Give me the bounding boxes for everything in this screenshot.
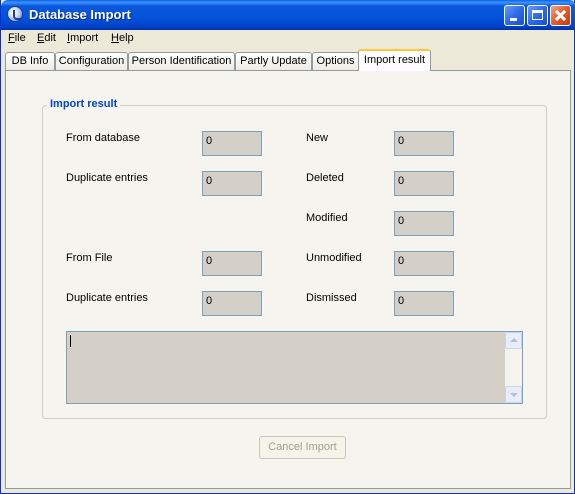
window-title: Database Import bbox=[29, 7, 131, 22]
field-dismissed: 0 bbox=[394, 291, 454, 316]
tab-partly-update[interactable]: Partly Update bbox=[235, 52, 312, 70]
field-deleted: 0 bbox=[394, 171, 454, 196]
field-unmodified: 0 bbox=[394, 251, 454, 276]
label-from-file: From File bbox=[66, 252, 113, 264]
label-deleted: Deleted bbox=[306, 172, 344, 184]
database-import-window: Database Import File Edit Import Help DB… bbox=[0, 0, 575, 494]
group-title: Import result bbox=[47, 98, 121, 110]
menu-file[interactable]: File bbox=[8, 32, 26, 44]
menu-edit[interactable]: Edit bbox=[37, 32, 56, 44]
menu-help[interactable]: Help bbox=[111, 32, 134, 44]
scroll-down-arrow-icon[interactable] bbox=[505, 386, 522, 403]
log-vertical-scrollbar[interactable] bbox=[505, 332, 522, 403]
close-button[interactable] bbox=[550, 5, 571, 26]
tab-options[interactable]: Options bbox=[312, 52, 359, 70]
minimize-icon bbox=[510, 18, 517, 21]
title-bar[interactable]: Database Import bbox=[1, 0, 575, 30]
label-new: New bbox=[306, 132, 329, 144]
menu-import[interactable]: Import bbox=[67, 32, 98, 44]
cancel-import-button[interactable]: Cancel Import bbox=[259, 436, 346, 459]
field-duplicate-entries-db: 0 bbox=[202, 171, 262, 196]
field-from-database: 0 bbox=[202, 131, 262, 156]
field-duplicate-entries-file: 0 bbox=[202, 291, 262, 316]
maximize-button[interactable] bbox=[527, 5, 548, 26]
scroll-up-arrow-icon[interactable] bbox=[505, 332, 522, 349]
tab-db-info[interactable]: DB Info bbox=[5, 52, 55, 70]
label-dismissed: Dismissed bbox=[306, 292, 357, 304]
maximize-icon bbox=[532, 10, 543, 20]
app-import-icon bbox=[7, 6, 23, 22]
label-from-database: From database bbox=[66, 132, 140, 144]
tab-person-identification[interactable]: Person Identification bbox=[128, 52, 235, 70]
label-modified: Modified bbox=[306, 212, 348, 224]
label-duplicate-entries-file: Duplicate entries bbox=[66, 292, 148, 304]
minimize-button[interactable] bbox=[504, 5, 525, 26]
field-from-file: 0 bbox=[202, 251, 262, 276]
field-new: 0 bbox=[394, 131, 454, 156]
tab-configuration[interactable]: Configuration bbox=[55, 52, 128, 70]
label-unmodified: Unmodified bbox=[306, 252, 362, 264]
close-icon bbox=[551, 6, 570, 25]
tab-import-result[interactable]: Import result bbox=[358, 49, 431, 71]
text-caret bbox=[70, 335, 71, 347]
menu-bar: File Edit Import Help bbox=[1, 30, 574, 48]
import-log-textarea[interactable] bbox=[66, 331, 523, 404]
field-modified: 0 bbox=[394, 211, 454, 236]
label-duplicate-entries-db: Duplicate entries bbox=[66, 172, 148, 184]
